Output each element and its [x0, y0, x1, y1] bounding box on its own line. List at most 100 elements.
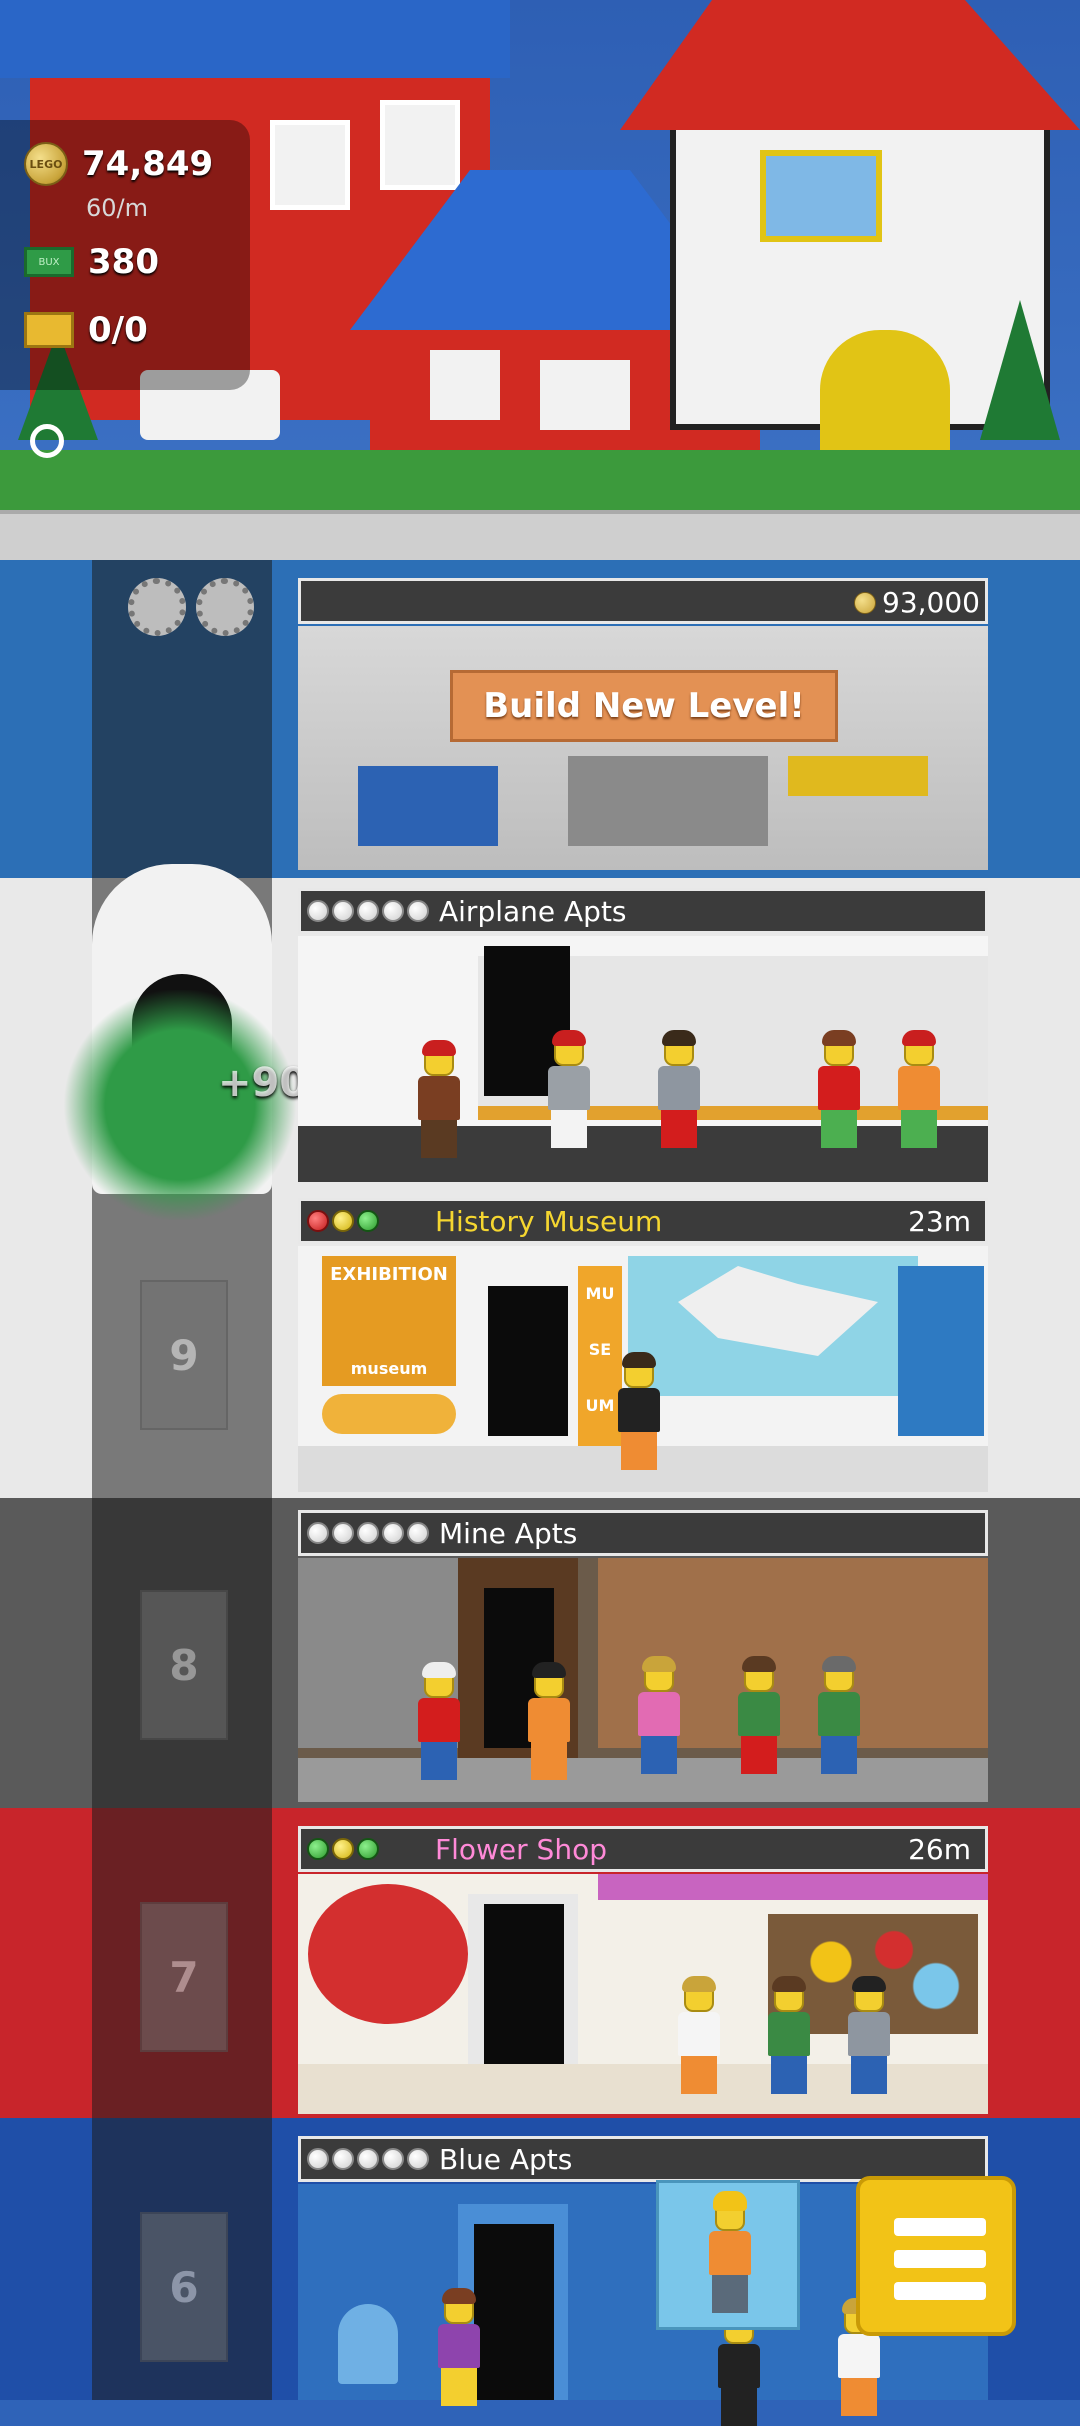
bux-icon: BUX [24, 247, 74, 277]
floor-number: 9 [140, 1280, 228, 1430]
crate-icon [24, 312, 74, 348]
doorway [474, 2224, 554, 2400]
build-new-level-button[interactable]: Build New Level! [450, 670, 838, 742]
banner-text: UM [585, 1396, 615, 1415]
museum-banner: MU SE UM [578, 1266, 622, 1446]
minifig [898, 1030, 940, 1148]
mine-apts-room[interactable] [298, 1558, 988, 1802]
window [430, 350, 500, 420]
build-cost-value: 93,000 [882, 586, 980, 619]
minifig [418, 1662, 460, 1780]
status-dot [382, 900, 404, 922]
coins-rate: 60/m [86, 194, 149, 222]
storage-value: 0/0 [88, 310, 148, 350]
minifig [818, 1030, 860, 1148]
doorway [484, 1904, 564, 2074]
menu-button[interactable] [856, 2176, 1016, 2336]
floor-title-bar[interactable]: History Museum 23m [298, 1198, 988, 1244]
menu-bar-icon [894, 2250, 986, 2268]
status-dot [357, 2148, 379, 2170]
bux-value: 380 [88, 242, 159, 282]
floor-title-bar[interactable]: Flower Shop 26m [298, 1826, 988, 1872]
shop-awning [598, 1874, 988, 1900]
status-dot [332, 1210, 354, 1232]
window [760, 150, 882, 242]
gear-icon [128, 578, 186, 636]
flower-shop-room[interactable] [298, 1874, 988, 2114]
floor-name: History Museum [435, 1204, 663, 1238]
construction-worker-icon [709, 2191, 751, 2313]
status-dot [307, 1210, 329, 1232]
status-dot [307, 2148, 329, 2170]
status-dot [307, 1838, 329, 1860]
workbench [358, 766, 498, 846]
status-dot [357, 1838, 379, 1860]
search-icon[interactable] [30, 424, 64, 458]
minifig [678, 1976, 720, 2094]
exhibition-text: EXHIBITION [330, 1264, 448, 1285]
status-dot [332, 2148, 354, 2170]
floor-number: 6 [140, 2212, 228, 2362]
coins-value: 74,849 [82, 144, 214, 184]
menu-bar-icon [894, 2218, 986, 2236]
rose-display [308, 1884, 468, 2024]
table [338, 2304, 398, 2384]
status-dot [382, 2148, 404, 2170]
minifig [768, 1976, 810, 2094]
status-dot [357, 1522, 379, 1544]
occupancy-dots [307, 900, 429, 922]
stock-dots [307, 1838, 379, 1860]
pipes [788, 756, 928, 796]
doorway [488, 1286, 568, 1436]
blue-roof-left [0, 0, 510, 78]
minifig [848, 1976, 890, 2094]
minifig [818, 1656, 860, 1774]
minifig [438, 2288, 480, 2406]
worker-button[interactable] [656, 2180, 800, 2330]
minifig [418, 1040, 460, 1158]
status-dot [407, 900, 429, 922]
status-dot [332, 1838, 354, 1860]
elevator-gears [128, 578, 258, 648]
storage-row[interactable]: 0/0 [24, 310, 148, 350]
red-roof-right [620, 0, 1080, 130]
grass-strip [0, 450, 1080, 510]
yellow-door [820, 330, 950, 460]
minifig [658, 1030, 700, 1148]
status-dot [407, 2148, 429, 2170]
restock-timer: 23m [908, 1204, 971, 1238]
occupancy-dots [307, 1522, 429, 1544]
scaffold [568, 756, 768, 846]
minifig [528, 1662, 570, 1780]
airplane-apts-room[interactable] [298, 936, 988, 1182]
floor-title-bar[interactable]: Airplane Apts [298, 888, 988, 934]
status-dot [382, 1522, 404, 1544]
exhibition-poster: EXHIBITION museum [322, 1256, 456, 1386]
minifig [638, 1656, 680, 1774]
construction-room [298, 626, 988, 870]
minifig [618, 1352, 660, 1470]
floor-name: Airplane Apts [439, 894, 627, 928]
stock-dots [307, 1210, 379, 1232]
floor-title-bar[interactable]: Mine Apts [298, 1510, 988, 1556]
roof-ledge [0, 510, 1080, 564]
window [540, 360, 630, 430]
gear-icon [196, 578, 254, 636]
resource-panel: LEGO 74,849 60/m BUX 380 0/0 [0, 120, 250, 390]
floor-name: Mine Apts [439, 1516, 578, 1550]
window [270, 120, 350, 210]
bux-row[interactable]: BUX 380 [24, 242, 159, 282]
museum-logo-text: museum [350, 1359, 428, 1378]
status-dot [357, 1210, 379, 1232]
restock-timer: 26m [908, 1832, 971, 1866]
status-dot [357, 900, 379, 922]
reception-desk [322, 1394, 456, 1434]
build-cost: 93,000 [854, 586, 980, 619]
floor-number: 8 [140, 1590, 228, 1740]
lego-coin-icon: LEGO [24, 142, 68, 186]
history-museum-room[interactable]: EXHIBITION museum MU SE UM [298, 1246, 988, 1492]
occupancy-dots [307, 2148, 429, 2170]
status-dot [307, 900, 329, 922]
cash-popup: +90 [218, 1060, 308, 1106]
status-dot [407, 1522, 429, 1544]
